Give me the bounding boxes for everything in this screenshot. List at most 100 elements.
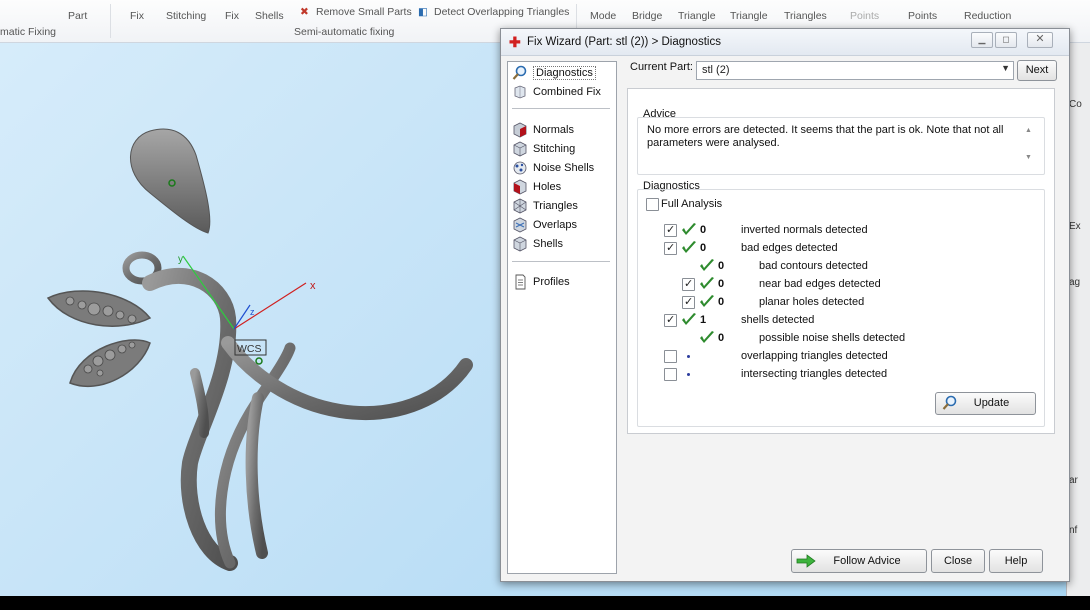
nav-item-label: Diagnostics: [533, 66, 596, 80]
green-checkmark-icon: [700, 259, 714, 271]
nav-item-profiles[interactable]: Profiles: [512, 273, 570, 291]
nav-item-stitching[interactable]: Stitching: [512, 140, 575, 158]
diagnostic-row-label: intersecting triangles detected: [741, 368, 888, 380]
ribbon-detect-overlapping-button[interactable]: Detect Overlapping Triangles: [434, 6, 569, 18]
nav-item-label: Profiles: [533, 276, 570, 288]
right-strip-text: Co: [1069, 99, 1082, 110]
ribbon-mode-button[interactable]: Mode: [590, 10, 616, 22]
diagnostic-row-count: 0: [718, 260, 725, 272]
diagnostic-row-checkbox[interactable]: [664, 241, 677, 255]
right-strip-text: ar: [1069, 475, 1078, 486]
remove-small-parts-icon: ✖: [300, 6, 309, 18]
diagnostic-row-count: 0: [718, 278, 725, 290]
diagnostic-row-label: shells detected: [741, 314, 815, 326]
nav-item-label: Shells: [533, 238, 563, 250]
follow-advice-label: Follow Advice: [833, 555, 901, 567]
pending-dot-icon: [687, 373, 690, 376]
noise-shells-icon: [513, 161, 527, 175]
nav-item-label: Stitching: [533, 143, 576, 155]
diagnostic-row-label: near bad edges detected: [759, 278, 881, 290]
diagnostic-row-count: 0: [718, 296, 725, 308]
minimize-icon[interactable]: ▁: [971, 32, 993, 48]
chevron-down-icon: ▼: [1001, 63, 1010, 73]
diagnostic-row-checkbox[interactable]: [664, 313, 677, 327]
right-strip-text: Ex: [1069, 221, 1081, 232]
full-analysis-checkbox[interactable]: [646, 198, 659, 211]
ribbon-stitching-button[interactable]: Stitching: [166, 10, 206, 22]
nav-item-overlaps[interactable]: Overlaps: [512, 216, 577, 234]
nav-item-holes[interactable]: Holes: [512, 178, 561, 196]
nav-item-label: Overlaps: [533, 219, 578, 231]
diagnostic-row-label: overlapping triangles detected: [741, 350, 888, 362]
arrow-right-icon: [796, 554, 816, 568]
diagnostic-row-checkbox[interactable]: [682, 295, 695, 309]
next-button[interactable]: Next: [1017, 60, 1057, 81]
current-part-value: stl (2): [702, 64, 730, 76]
ribbon-fix-button[interactable]: Fix: [130, 10, 144, 22]
diagnostic-row-count: 0: [718, 332, 725, 344]
triangles-cube-icon: [513, 198, 527, 214]
green-checkmark-icon: [700, 331, 714, 343]
green-checkmark-icon: [682, 313, 696, 325]
ribbon-triangle-button[interactable]: Triangle: [678, 10, 716, 22]
maximize-icon[interactable]: ◻: [995, 32, 1017, 48]
diagnostic-row-checkbox[interactable]: [664, 350, 677, 363]
normals-cube-icon: [513, 122, 527, 138]
diagnostic-row-count: 0: [700, 242, 707, 254]
scroll-up-icon[interactable]: ▲: [1025, 127, 1032, 134]
update-button[interactable]: Update: [935, 392, 1036, 415]
fix-wizard-dialog: ✚ Fix Wizard (Part: stl (2)) > Diagnosti…: [500, 28, 1070, 582]
ribbon-group-semi-automatic: Semi-automatic fixing: [294, 26, 395, 38]
diagnostic-row-count: 0: [700, 224, 707, 236]
ribbon-bridge-button[interactable]: Bridge: [632, 10, 662, 22]
close-icon[interactable]: ✕: [1027, 32, 1053, 48]
ribbon-fix-holes-button[interactable]: Fix: [225, 10, 239, 22]
holes-cube-icon: [513, 179, 527, 195]
diagnostic-row-checkbox[interactable]: [664, 368, 677, 381]
magnifier-icon: [942, 395, 957, 410]
ribbon-shells-button[interactable]: Shells: [255, 10, 284, 22]
diagnostic-row-checkbox[interactable]: [664, 223, 677, 237]
axis-y-label: y: [178, 254, 183, 265]
dialog-titlebar[interactable]: ✚ Fix Wizard (Part: stl (2)) > Diagnosti…: [501, 29, 1069, 56]
ribbon-points-button[interactable]: Points: [850, 10, 879, 22]
diagnostic-row-label: planar holes detected: [759, 296, 865, 308]
nav-item-combined-fix[interactable]: Combined Fix: [512, 83, 601, 101]
nav-item-normals[interactable]: Normals: [512, 121, 574, 139]
current-part-select[interactable]: stl (2) ▼: [696, 61, 1014, 80]
nav-item-label: Normals: [533, 124, 574, 136]
advice-text: No more errors are detected. It seems th…: [647, 124, 1004, 149]
magnifier-icon: [512, 65, 527, 80]
follow-advice-button[interactable]: Follow Advice: [791, 549, 927, 573]
nav-item-label: Triangles: [533, 200, 578, 212]
green-checkmark-icon: [700, 277, 714, 289]
nav-item-label: Combined Fix: [533, 86, 601, 98]
nav-item-label: Holes: [533, 181, 562, 193]
right-strip-text: nf: [1069, 525, 1078, 536]
help-button[interactable]: Help: [989, 549, 1043, 573]
diagnostic-row-checkbox[interactable]: [682, 277, 695, 291]
nav-item-shells[interactable]: Shells: [512, 235, 563, 253]
full-analysis-label: Full Analysis: [661, 198, 723, 210]
ribbon-triangles-button[interactable]: Triangles: [784, 10, 827, 22]
ribbon-reduction-button[interactable]: Reduction: [964, 10, 1011, 22]
axis-x-label: x: [310, 280, 316, 292]
pending-dot-icon: [687, 355, 690, 358]
scroll-down-icon[interactable]: ▼: [1025, 154, 1032, 161]
nav-item-noise-shells[interactable]: Noise Shells: [512, 159, 594, 177]
wcs-label: WCS: [237, 343, 262, 355]
ribbon-remove-small-parts-button[interactable]: Remove Small Parts: [316, 6, 412, 18]
current-part-label: Current Part:: [630, 61, 693, 73]
close-button[interactable]: Close: [931, 549, 985, 573]
diagnostic-row-label: possible noise shells detected: [759, 332, 906, 344]
ribbon-points-2-button[interactable]: Points: [908, 10, 937, 22]
wizard-nav-list: Diagnostics Combined Fix Normals Stitchi…: [507, 61, 617, 574]
ribbon-triangle-2-button[interactable]: Triangle: [730, 10, 768, 22]
dialog-title: Fix Wizard (Part: stl (2)) > Diagnostics: [527, 36, 721, 48]
nav-item-triangles[interactable]: Triangles: [512, 197, 578, 215]
green-checkmark-icon: [682, 241, 696, 253]
green-checkmark-icon: [700, 295, 714, 307]
detect-overlap-icon: ◧: [418, 6, 428, 18]
nav-item-diagnostics[interactable]: Diagnostics: [512, 64, 596, 82]
ribbon-part-button[interactable]: Part: [68, 10, 87, 22]
